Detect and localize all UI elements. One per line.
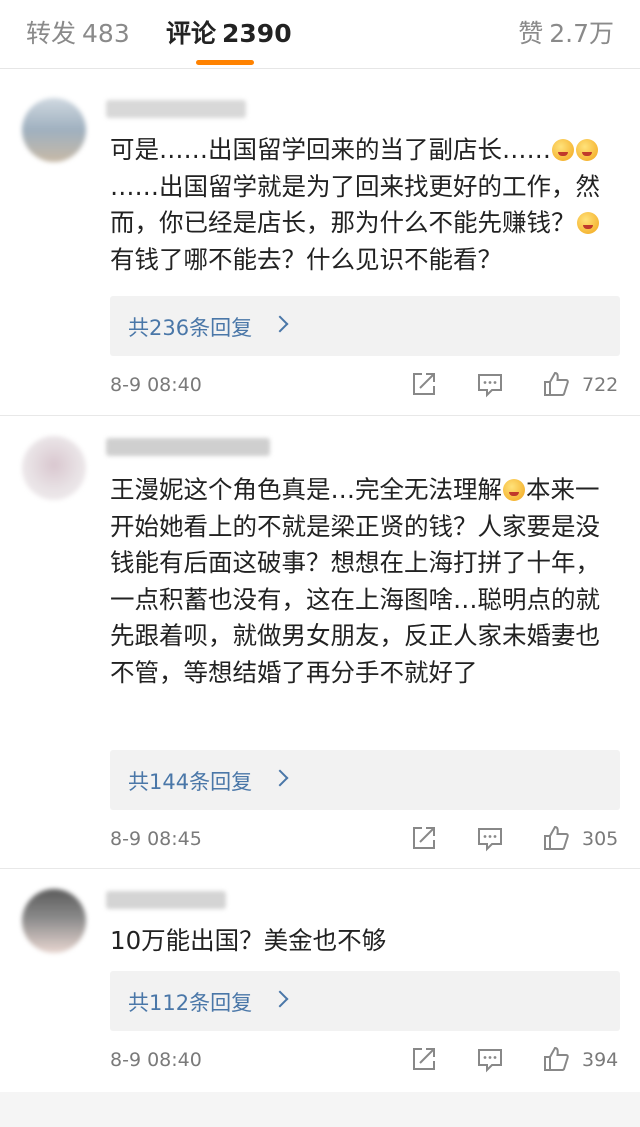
like-count: 394: [582, 1049, 619, 1071]
comment-item: 王漫妮这个角色真是…完全无法理解 本来一开始她看上的不就是梁正贤的钱？人家要是没钱…: [0, 416, 640, 868]
comment-text: 可是……出国留学回来的当了副店长…… ……出国留学就是为了回来找更好的工作，然而…: [110, 132, 622, 278]
comment-time: 8-9 08:40: [110, 1049, 202, 1071]
comment-meta: 8-9 08:45 305: [110, 824, 622, 856]
comment-item: 可是……出国留学回来的当了副店长…… ……出国留学就是为了回来找更好的工作，然而…: [0, 68, 640, 415]
tab-repost[interactable]: 转发 483: [26, 14, 130, 50]
active-tab-indicator: [196, 60, 254, 65]
tab-like-label: 赞: [518, 19, 544, 48]
share-icon[interactable]: [410, 824, 438, 852]
comment-text-part: 可是……出国留学回来的当了副店长……: [110, 135, 551, 164]
astonished-emoji: [503, 479, 525, 501]
tab-comment-label: 评论: [166, 19, 217, 48]
comment-time: 8-9 08:40: [110, 374, 202, 396]
comment-icon[interactable]: [476, 370, 504, 398]
comment-tab-bar: 转发 483 评论 2390 赞 2.7万: [0, 0, 640, 69]
tab-like[interactable]: 赞 2.7万: [518, 14, 614, 50]
comment-text: 10万能出国？美金也不够: [110, 923, 622, 960]
comment-icon[interactable]: [476, 1045, 504, 1073]
like-count: 305: [582, 828, 619, 850]
tab-comment[interactable]: 评论 2390: [166, 14, 292, 50]
username-blurred[interactable]: [106, 100, 246, 118]
replies-count-label: 共112条回复: [128, 991, 253, 1015]
avatar[interactable]: [22, 889, 86, 953]
username-blurred[interactable]: [106, 438, 270, 456]
comment-text: 王漫妮这个角色真是…完全无法理解 本来一开始她看上的不就是梁正贤的钱？人家要是没钱…: [110, 472, 622, 691]
tab-like-count: 2.7万: [549, 19, 614, 48]
tab-comment-count: 2390: [222, 19, 292, 48]
comment-text-part: ……出国留学就是为了回来找更好的工作，然而，你已经是店长，那为什么不能先赚钱？: [110, 171, 600, 238]
replies-count-label: 共236条回复: [128, 316, 253, 340]
bottom-spacer: [0, 1092, 640, 1127]
thumbs-up-icon[interactable]: [542, 370, 570, 398]
chevron-right-icon: [271, 769, 289, 787]
avatar[interactable]: [22, 98, 86, 162]
thumbs-up-icon[interactable]: [542, 1045, 570, 1073]
comment-text-part: 本来一开始她看上的不就是梁正贤的钱？人家要是没钱能有后面这破事？想想在上海打拼了…: [110, 475, 600, 687]
view-replies-button[interactable]: 共236条回复: [110, 296, 620, 356]
comment-time: 8-9 08:45: [110, 828, 202, 850]
savoring-emoji: [576, 212, 599, 234]
tab-repost-label: 转发: [26, 19, 77, 48]
cold-sweat-emoji: [552, 139, 574, 161]
comment-text-part: 王漫妮这个角色真是…完全无法理解: [110, 475, 502, 504]
comment-text-part: 有钱了哪不能去？什么见识不能看？: [110, 244, 502, 274]
username-blurred[interactable]: [106, 891, 226, 909]
share-icon[interactable]: [410, 370, 438, 398]
replies-count-label: 共144条回复: [128, 770, 253, 794]
comment-meta: 8-9 08:40 394: [110, 1045, 622, 1077]
view-replies-button[interactable]: 共144条回复: [110, 750, 620, 810]
avatar[interactable]: [22, 436, 86, 500]
comment-text-part: 10万能出国？美金也不够: [110, 926, 387, 955]
tab-repost-count: 483: [82, 19, 130, 48]
chevron-right-icon: [271, 315, 289, 333]
comment-item: 10万能出国？美金也不够 共112条回复 8-9 08:40 394: [0, 869, 640, 1091]
view-replies-button[interactable]: 共112条回复: [110, 971, 620, 1031]
share-icon[interactable]: [410, 1045, 438, 1073]
comment-icon[interactable]: [476, 824, 504, 852]
thumbs-up-icon[interactable]: [542, 824, 570, 852]
savoring-emoji: [576, 139, 598, 161]
chevron-right-icon: [271, 990, 289, 1008]
comment-meta: 8-9 08:40 722: [110, 370, 622, 402]
like-count: 722: [582, 374, 619, 396]
